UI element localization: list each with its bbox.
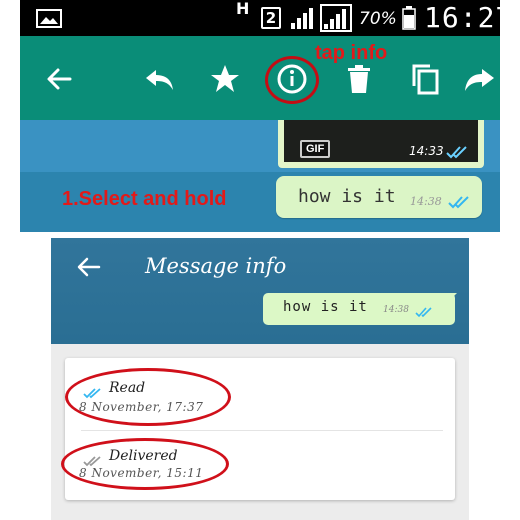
message-text: how is it — [298, 186, 396, 207]
status-bar: H 2 70% 16:27 — [20, 0, 500, 36]
copy-icon[interactable] — [408, 62, 442, 96]
chat-area: GIF 14:33 how is it 14:38 1.Select and h… — [20, 120, 500, 232]
message-preview-text: how is it — [283, 299, 368, 315]
selection-action-bar: tap info — [20, 36, 500, 120]
read-highlight-ellipse — [65, 368, 231, 426]
info-highlight-circle — [265, 56, 319, 104]
chat-screen: H 2 70% 16:27 — [20, 0, 500, 232]
back-arrow-icon[interactable] — [42, 62, 76, 96]
image-notification-icon — [36, 9, 62, 28]
text-message-bubble[interactable]: how is it 14:38 — [276, 176, 482, 218]
network-type-label: H — [236, 0, 250, 18]
message-time: 14:38 — [410, 195, 442, 208]
divider — [81, 430, 443, 431]
double-tick-icon — [448, 194, 470, 213]
message-status-card: Read 8 November, 17:37 Delivered 8 Novem… — [61, 358, 455, 500]
double-tick-icon — [415, 303, 433, 322]
forward-icon[interactable] — [462, 62, 496, 96]
message-info-header: Message info how is it 14:38 — [51, 238, 469, 344]
gif-message-time: 14:33 — [409, 144, 444, 158]
bubble-tail — [447, 293, 457, 303]
star-icon[interactable] — [208, 62, 242, 96]
signal-strength-icon — [290, 6, 316, 30]
message-preview-time: 14:38 — [383, 305, 409, 315]
gif-badge: GIF — [300, 140, 331, 158]
battery-percent: 70% — [359, 9, 397, 29]
message-info-screen: Message info how is it 14:38 Read 8 Nove… — [51, 238, 469, 520]
reply-icon[interactable] — [142, 62, 176, 96]
back-arrow-icon[interactable] — [75, 256, 101, 282]
battery-icon — [402, 6, 416, 30]
delete-icon[interactable] — [342, 62, 376, 96]
delivered-highlight-ellipse — [61, 438, 229, 490]
sim-indicator: 2 — [261, 7, 281, 29]
signal-strength-icon-2 — [320, 4, 352, 32]
message-preview-bubble: how is it 14:38 — [263, 293, 455, 325]
double-tick-icon — [446, 144, 468, 163]
select-hold-annotation: 1.Select and hold — [62, 188, 227, 210]
page-title: Message info — [145, 254, 287, 278]
status-time: 16:27 — [424, 1, 500, 34]
tap-info-annotation: tap info — [315, 42, 388, 64]
